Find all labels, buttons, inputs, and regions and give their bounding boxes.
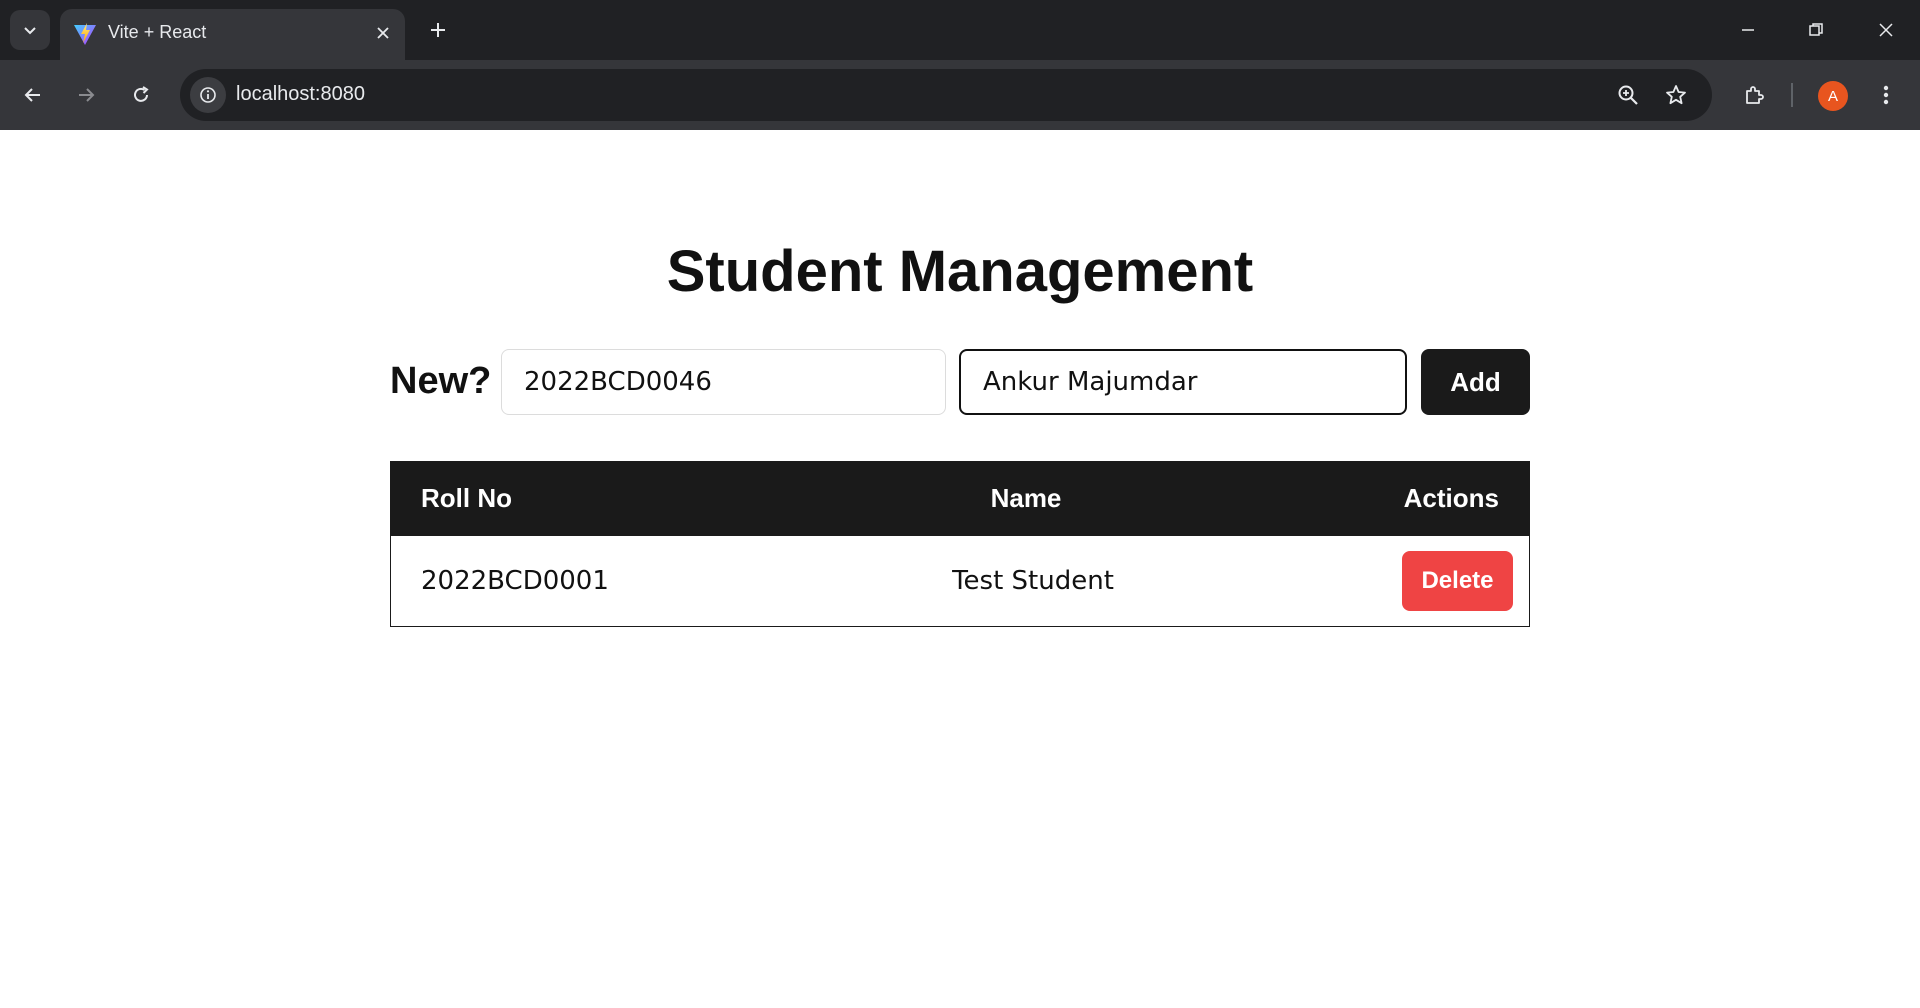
- back-icon[interactable]: [13, 75, 53, 115]
- header-roll-no: Roll No: [421, 483, 512, 514]
- cell-name: Test Student: [952, 565, 1114, 596]
- table-row: 2022BCD0001 Test Student Delete: [391, 536, 1530, 627]
- page-content: Student Management New? Add Roll No Name…: [0, 130, 1920, 1008]
- avatar[interactable]: A: [1818, 81, 1848, 111]
- plus-icon[interactable]: [422, 14, 454, 46]
- minimize-icon[interactable]: [1728, 10, 1768, 50]
- close-icon[interactable]: [369, 19, 397, 47]
- header-actions: Actions: [1403, 483, 1499, 514]
- table-header-row: Roll No Name Actions: [390, 461, 1530, 536]
- address-bar[interactable]: localhost:8080: [180, 69, 1712, 121]
- cell-roll-no: 2022BCD0001: [421, 565, 609, 596]
- roll-no-input[interactable]: [501, 349, 946, 415]
- extensions-icon[interactable]: [1734, 75, 1774, 115]
- new-label: New?: [390, 360, 492, 402]
- browser-tab-bar: Vite + React: [0, 0, 1920, 60]
- header-name: Name: [990, 483, 1062, 514]
- browser-tab[interactable]: Vite + React: [60, 9, 405, 60]
- zoom-icon[interactable]: [1610, 77, 1646, 113]
- browser-toolbar: localhost:8080 A: [0, 60, 1920, 130]
- forward-icon[interactable]: [66, 75, 106, 115]
- url-text[interactable]: localhost:8080: [236, 83, 365, 106]
- more-icon[interactable]: [1866, 75, 1906, 115]
- cell-actions: Delete: [1271, 536, 1530, 627]
- star-icon[interactable]: [1658, 77, 1694, 113]
- students-table: Roll No Name Actions 2022BCD0001 Test St…: [390, 461, 1530, 627]
- add-button[interactable]: Add: [1421, 349, 1530, 415]
- name-input[interactable]: [959, 349, 1407, 415]
- window-close-icon[interactable]: [1866, 10, 1906, 50]
- toolbar-divider: [1791, 83, 1793, 107]
- tab-list-icon[interactable]: [10, 10, 50, 50]
- tab-title: Vite + React: [108, 22, 207, 42]
- info-icon[interactable]: [190, 77, 226, 113]
- reload-icon[interactable]: [121, 75, 161, 115]
- restore-icon[interactable]: [1796, 10, 1836, 50]
- page-title: Student Management: [666, 239, 1254, 304]
- vite-favicon-icon: [72, 21, 98, 47]
- delete-button[interactable]: Delete: [1402, 550, 1513, 611]
